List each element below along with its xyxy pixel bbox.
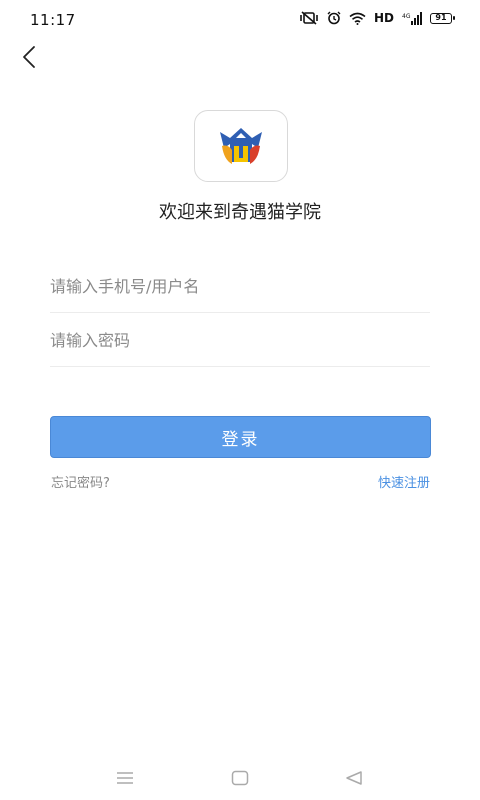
- nav-menu-button[interactable]: [110, 766, 140, 790]
- status-bar: 11:17 HD 4G 91: [0, 0, 480, 40]
- username-input[interactable]: [50, 261, 430, 312]
- home-icon: [231, 770, 249, 786]
- chevron-left-icon: [23, 46, 35, 68]
- alarm-icon: [327, 11, 341, 25]
- register-link[interactable]: 快速注册: [378, 472, 430, 491]
- system-nav-bar: [0, 752, 480, 800]
- forgot-password-link[interactable]: 忘记密码?: [51, 472, 110, 491]
- welcome-title: 欢迎来到奇遇猫学院: [159, 202, 321, 223]
- menu-icon: [117, 772, 133, 784]
- back-button[interactable]: [14, 40, 44, 74]
- owl-logo-icon: [220, 128, 262, 164]
- nav-back-button[interactable]: [339, 766, 369, 790]
- back-triangle-icon: [346, 771, 362, 785]
- wifi-icon: [349, 12, 366, 25]
- battery-icon: 91: [430, 12, 455, 24]
- status-icons: HD 4G 91: [299, 11, 455, 25]
- password-field-container: [50, 315, 430, 367]
- vibrate-icon: [300, 11, 318, 25]
- nav-home-button[interactable]: [225, 766, 255, 790]
- status-time: 11:17: [30, 11, 76, 29]
- signal-icon: 4G: [402, 11, 422, 25]
- login-button[interactable]: 登录: [50, 416, 431, 458]
- network-type: HD: [373, 11, 394, 25]
- username-field-container: [50, 261, 430, 313]
- app-logo: [194, 110, 288, 182]
- svg-text:4G: 4G: [402, 13, 411, 20]
- password-input[interactable]: [50, 315, 430, 366]
